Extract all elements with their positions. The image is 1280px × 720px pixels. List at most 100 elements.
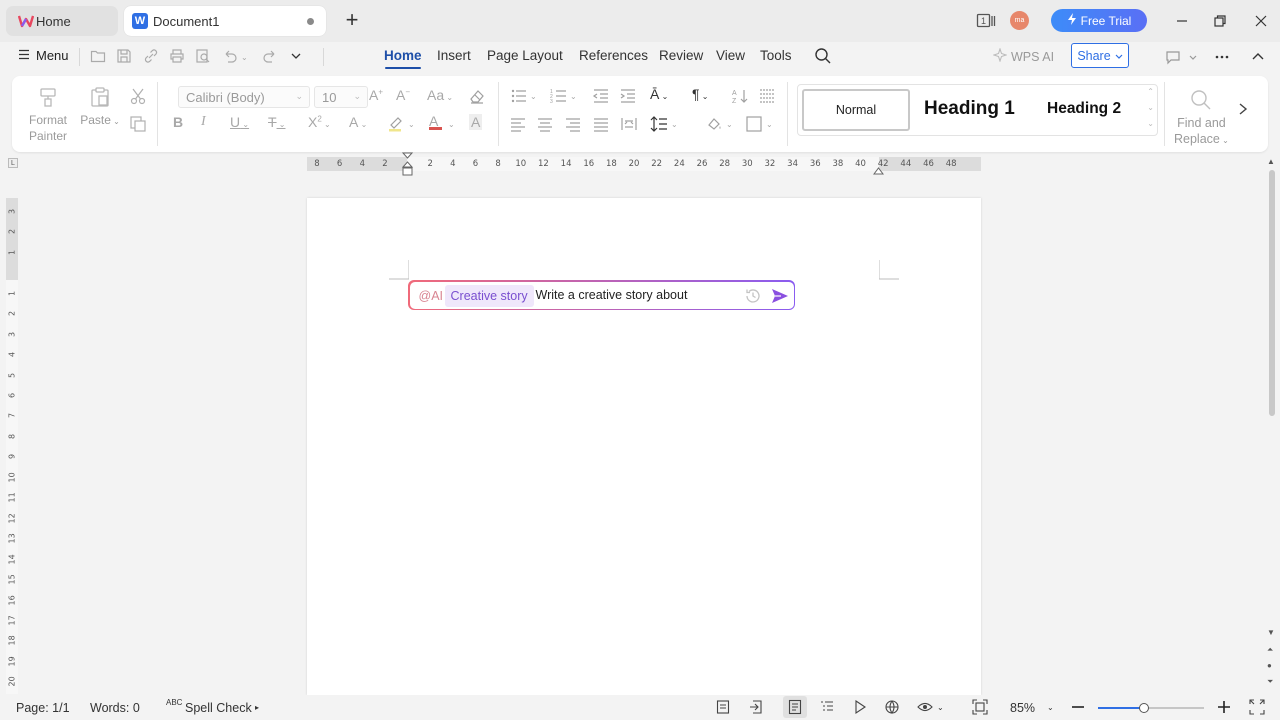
print-preview-icon[interactable] xyxy=(195,48,211,64)
print-icon[interactable] xyxy=(169,48,185,64)
increase-indent-icon[interactable] xyxy=(619,87,637,105)
italic-icon[interactable]: I xyxy=(201,114,206,130)
chevron-down-icon[interactable]: ⌄ xyxy=(530,92,537,101)
zoom-dropdown-icon[interactable]: ⌄ xyxy=(1047,703,1054,712)
find-replace-button[interactable]: Find and Replace ⌄ xyxy=(1174,88,1229,149)
clear-format-icon[interactable] xyxy=(468,87,486,105)
tab-page-layout[interactable]: Page Layout xyxy=(487,48,563,63)
tab-home-ribbon[interactable]: Home xyxy=(384,48,422,63)
font-name-select[interactable]: Calibri (Body) ⌄ xyxy=(178,86,310,108)
shrink-font-icon[interactable]: A− xyxy=(396,87,410,103)
bullets-icon[interactable] xyxy=(510,87,528,105)
styles-scroll-up-icon[interactable]: ⌃ xyxy=(1147,87,1154,96)
align-center-icon[interactable] xyxy=(536,115,554,133)
chevron-down-icon[interactable]: ⌄ xyxy=(570,92,577,101)
zoom-slider[interactable] xyxy=(1098,703,1204,713)
spell-check-arrow-icon[interactable]: ▸ xyxy=(255,703,259,712)
ribbon-scroll-right-icon[interactable] xyxy=(1238,102,1248,121)
scroll-down-icon[interactable]: ▼ xyxy=(1267,628,1275,637)
user-avatar[interactable]: ma xyxy=(1010,11,1029,30)
grow-font-icon[interactable]: A+ xyxy=(369,87,383,103)
zoom-in-icon[interactable] xyxy=(1216,699,1232,715)
styles-scroll-down-icon[interactable]: ⌄ xyxy=(1147,103,1154,112)
chevron-down-icon[interactable]: ⌄ xyxy=(671,120,678,129)
comment-dropdown-icon[interactable] xyxy=(1185,49,1201,65)
styles-expand-icon[interactable]: ⌄ xyxy=(1147,119,1154,128)
font-size-select[interactable]: 10 ⌄ xyxy=(314,86,368,108)
distribute-icon[interactable] xyxy=(620,115,638,133)
ai-template-chip[interactable]: Creative story xyxy=(444,284,534,307)
menu-button[interactable]: Menu xyxy=(18,48,69,63)
minimize-button[interactable] xyxy=(1172,11,1192,31)
chevron-down-icon[interactable]: ⌄ xyxy=(448,120,455,129)
play-icon[interactable] xyxy=(852,699,868,715)
text-effect-icon[interactable]: A ⌄ xyxy=(349,114,367,130)
history-icon[interactable] xyxy=(744,287,762,305)
scrollbar-thumb[interactable] xyxy=(1269,170,1275,416)
eye-protection-icon[interactable] xyxy=(917,699,933,715)
undo-dropdown-icon[interactable]: ⌄ xyxy=(241,53,248,62)
wps-ai-button[interactable]: WPS AI xyxy=(992,47,1054,65)
ai-prompt-input[interactable]: Write a creative story about xyxy=(536,288,688,302)
align-right-icon[interactable] xyxy=(564,115,582,133)
comment-icon[interactable] xyxy=(1165,49,1181,65)
tab-view[interactable]: View xyxy=(716,48,745,63)
redo-icon[interactable] xyxy=(262,48,278,64)
tab-document[interactable]: W Document1 xyxy=(124,6,326,36)
collapse-ribbon-icon[interactable] xyxy=(1250,49,1266,65)
line-spacing-icon[interactable] xyxy=(650,115,668,133)
chevron-down-icon[interactable]: ⌄ xyxy=(766,120,773,129)
spell-check-button[interactable]: Spell Check xyxy=(185,701,252,715)
tab-insert[interactable]: Insert xyxy=(437,48,471,63)
search-icon[interactable] xyxy=(814,47,832,65)
sort-icon[interactable]: AZ xyxy=(731,87,749,105)
text-direction-icon[interactable]: Ā ⌄ xyxy=(650,86,668,102)
free-trial-button[interactable]: Free Trial xyxy=(1051,9,1147,32)
strikethrough-icon[interactable]: T ⌄ xyxy=(268,114,286,130)
paste-button[interactable]: Paste ⌄ xyxy=(80,86,120,130)
scroll-up-icon[interactable]: ▲ xyxy=(1267,157,1275,166)
send-icon[interactable] xyxy=(771,287,789,305)
share-button[interactable]: Share xyxy=(1071,43,1129,68)
document-info-icon[interactable] xyxy=(715,699,731,715)
tab-tools[interactable]: Tools xyxy=(760,48,792,63)
justify-icon[interactable] xyxy=(592,115,610,133)
save-icon[interactable] xyxy=(116,48,132,64)
zoom-slider-handle[interactable] xyxy=(1138,703,1149,713)
next-page-icon[interactable]: ⏷ xyxy=(1267,677,1273,687)
undo-icon[interactable] xyxy=(222,48,238,64)
close-window-button[interactable] xyxy=(1251,11,1271,31)
paragraph-mark-icon[interactable]: ¶ ⌄ xyxy=(692,86,708,102)
link-icon[interactable] xyxy=(143,48,159,64)
zoom-percent[interactable]: 85% xyxy=(1010,701,1035,715)
select-browse-object-icon[interactable]: ● xyxy=(1267,661,1272,670)
new-tab-button[interactable]: + xyxy=(340,9,364,33)
document-page[interactable]: @AI Creative story Write a creative stor… xyxy=(307,198,981,695)
tab-review[interactable]: Review xyxy=(659,48,703,63)
highlight-icon[interactable] xyxy=(387,114,405,132)
right-indent-marker[interactable] xyxy=(873,162,884,175)
web-layout-icon[interactable] xyxy=(884,699,900,715)
borders-icon[interactable] xyxy=(745,115,763,133)
outline-view-icon[interactable] xyxy=(819,699,835,715)
fullscreen-icon[interactable] xyxy=(1249,699,1265,715)
superscript-icon[interactable]: X2 ⌄ xyxy=(308,114,331,130)
zoom-out-icon[interactable] xyxy=(1070,699,1086,715)
export-icon[interactable] xyxy=(748,699,764,715)
tab-stop-selector[interactable]: L xyxy=(8,158,18,168)
print-layout-icon[interactable] xyxy=(787,699,803,715)
unsaved-dot-icon[interactable] xyxy=(307,18,314,25)
format-painter-button[interactable]: Format Painter xyxy=(26,86,70,144)
style-normal[interactable]: Normal xyxy=(802,89,910,131)
fit-page-icon[interactable] xyxy=(972,699,988,715)
tab-references[interactable]: References xyxy=(579,48,648,63)
tab-home[interactable]: Home xyxy=(6,6,118,36)
decrease-indent-icon[interactable] xyxy=(592,87,610,105)
shading-icon[interactable] xyxy=(705,115,723,133)
chevron-down-icon[interactable]: ⌄ xyxy=(937,703,944,712)
font-color-icon[interactable]: A xyxy=(429,113,442,130)
numbering-icon[interactable]: 123 xyxy=(550,87,568,105)
style-heading-2[interactable]: Heading 2 xyxy=(1047,100,1121,118)
chevron-down-icon[interactable]: ⌄ xyxy=(408,120,415,129)
restore-button[interactable] xyxy=(1210,11,1230,31)
